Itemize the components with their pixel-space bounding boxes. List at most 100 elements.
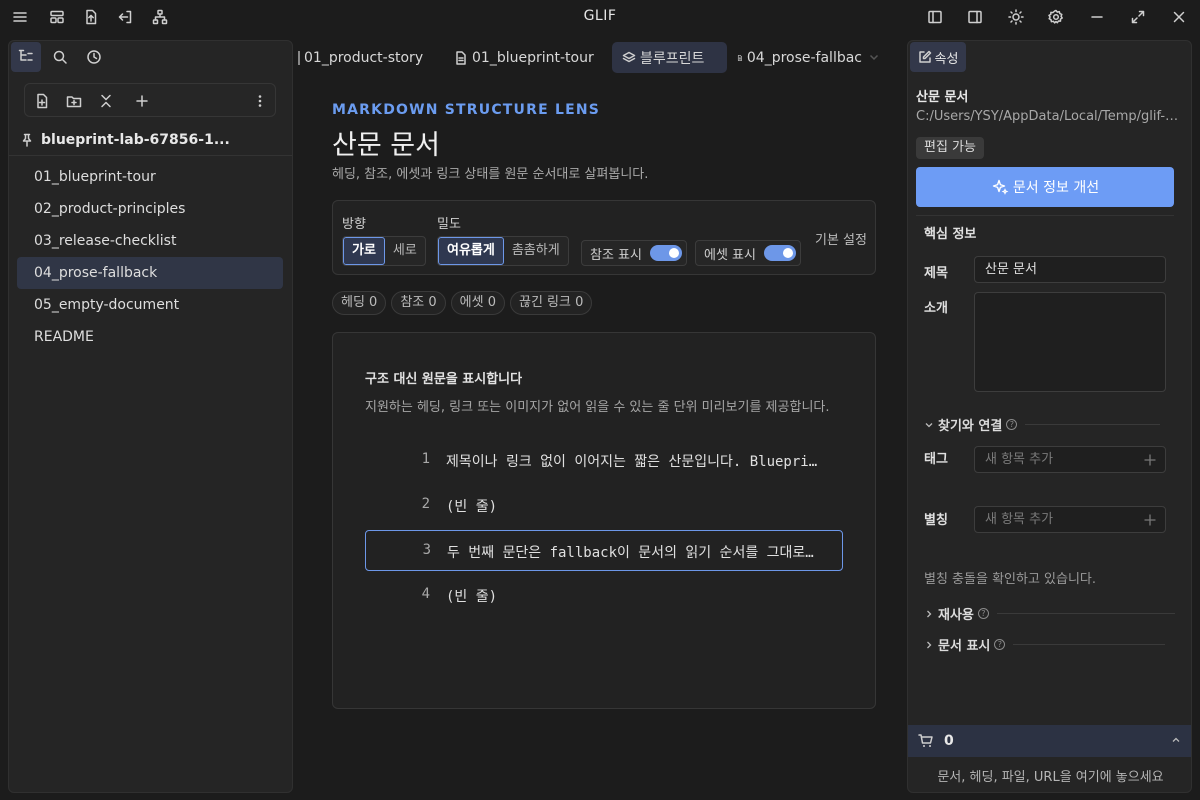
tab-label: 01_blueprint-tour [472,49,594,66]
collection-cart[interactable]: 0 [908,725,1191,757]
preview-line[interactable]: 4 (빈 줄) [365,575,843,616]
density-relaxed-button[interactable]: 여유롭게 [438,237,504,265]
tab-overflow-chevron-icon[interactable] [868,51,880,63]
preview-line-active[interactable]: 3 두 번째 문단은 fallback이 문서의 읽기 순서를 그대로 보여줍니… [365,530,843,571]
properties-tab[interactable]: 속성 [910,42,966,72]
show-refs-switch[interactable] [649,245,682,261]
toggle-right-sidebar-icon[interactable] [964,6,986,28]
alias-input[interactable]: 새 항목 추가 [974,506,1166,533]
tab-product-story[interactable]: 01_product-story [298,42,423,73]
new-folder-icon[interactable] [64,91,84,111]
upload-file-icon[interactable] [80,6,102,28]
density-compact-button[interactable]: 촘촘하게 [504,237,568,265]
sparkle-icon [992,179,1009,195]
export-icon[interactable] [114,6,136,28]
show-refs-toggle[interactable]: 참조 표시 [581,240,687,266]
recent-tab[interactable] [79,42,109,72]
tab-blueprint-tour[interactable]: 01_blueprint-tour [454,42,594,73]
chevron-right-icon [927,641,932,648]
lens-controls: 방향 가로 세로 밀도 여유롭게 촘촘하게 참조 표시 에셋 표시 기본 설정 [332,200,876,275]
doc-display-section[interactable]: 문서 표시 ? [924,635,1166,654]
alias-field-label: 별칭 [924,513,948,528]
document-icon [456,50,466,65]
tags-field-label: 태그 [924,452,948,467]
reuse-section[interactable]: 재사용 ? [924,604,1175,623]
file-item[interactable]: 01_blueprint-tour [17,161,283,193]
show-assets-toggle[interactable]: 에셋 표시 [695,240,801,266]
cart-icon [918,734,933,747]
file-list: 01_blueprint-tour 02_product-principles … [17,161,283,353]
tab-label: 01_product-story [304,49,424,66]
line-text: (빈 줄) [446,499,498,515]
divider [916,215,1174,216]
tab-blueprint[interactable]: 블루프린트 [612,42,727,73]
tab-prose-fallback[interactable]: 04_prose-fallbac [737,42,862,73]
title-field[interactable]: 산문 문서 [974,256,1166,283]
edit-icon [918,50,931,63]
alias-placeholder: 새 항목 추가 [985,512,1054,527]
add-alias-icon[interactable] [1143,513,1157,527]
doc-path: C:/Users/YSY/AppData/Local/Temp/glif-blu… [916,109,1181,124]
file-item[interactable]: 05_empty-document [17,289,283,321]
page-title: 산문 문서 [332,130,440,161]
file-tree-tab[interactable] [11,42,41,72]
broken-links-count-chip: 끊긴 링크 0 [509,291,593,315]
preview-line[interactable]: 2 (빈 줄) [365,485,843,526]
help-icon[interactable]: ? [977,608,989,619]
prose-preview: 구조 대신 원문을 표시합니다 지원하는 헤딩, 링크 또는 이미지가 없어 읽… [332,332,876,709]
more-options-icon[interactable] [250,91,270,111]
show-refs-label: 참조 표시 [590,247,642,263]
vault-name: blueprint-lab-67856-1... [41,132,230,148]
file-item[interactable]: README [17,321,283,353]
section-rule [996,613,1175,614]
vault-selector[interactable]: blueprint-lab-67856-1... [21,127,286,153]
maximize-icon[interactable] [1127,6,1149,28]
improve-doc-info-button[interactable]: 문서 정보 개선 [916,167,1174,207]
doc-title: 산문 문서 [916,90,969,105]
find-connect-section[interactable]: 찾기와 연결 ? [924,415,1161,434]
properties-tab-label: 속성 [934,51,959,67]
theme-sun-icon[interactable] [1005,6,1027,28]
add-tag-icon[interactable] [1143,453,1157,467]
file-item-active[interactable]: 04_prose-fallback [17,257,283,289]
preview-title: 구조 대신 원문을 표시합니다 [365,372,523,387]
menu-icon[interactable] [9,6,31,28]
preview-description: 지원하는 헤딩, 링크 또는 이미지가 없어 읽을 수 있는 줄 단위 미리보기… [365,400,830,415]
show-assets-switch[interactable] [763,245,796,261]
add-icon[interactable] [132,91,152,111]
file-item[interactable]: 02_product-principles [17,193,283,225]
chevron-up-icon[interactable] [1171,735,1181,745]
search-icon [53,50,67,64]
preview-line[interactable]: 1 제목이나 링크 없이 이어지는 짧은 산문입니다. Blueprint [365,440,843,481]
direction-label: 방향 [342,217,366,232]
intro-field-label: 소개 [924,301,948,316]
file-tree-icon [18,49,33,61]
tags-input[interactable]: 새 항목 추가 [974,446,1166,473]
alias-check-status: 별칭 충돌을 확인하고 있습니다. [924,572,1097,587]
drop-zone-hint[interactable]: 문서, 헤딩, 파일, URL을 여기에 놓으세요 [908,766,1191,785]
pin-icon [22,133,32,147]
close-window-icon[interactable] [1168,6,1190,28]
minimize-icon[interactable] [1086,6,1108,28]
improve-button-label: 문서 정보 개선 [1012,180,1100,196]
direction-vertical-button[interactable]: 세로 [385,237,425,265]
file-item[interactable]: 03_release-checklist [17,225,283,257]
reset-defaults-button[interactable]: 기본 설정 [815,229,867,248]
line-text: (빈 줄) [446,589,498,605]
settings-gear-icon[interactable] [1045,6,1067,28]
direction-horizontal-button[interactable]: 가로 [343,237,385,265]
toggle-left-sidebar-icon[interactable] [924,6,946,28]
headings-count-chip: 헤딩 0 [332,291,387,315]
sitemap-icon[interactable] [149,6,171,28]
layout-icon[interactable] [46,6,68,28]
collapse-all-icon[interactable] [96,91,116,111]
new-file-icon[interactable] [32,91,52,111]
tab-label: 블루프린트 [640,50,705,67]
search-tab[interactable] [45,42,75,72]
intro-textarea[interactable] [974,292,1166,392]
left-sidebar: blueprint-lab-67856-1... 01_blueprint-to… [8,40,293,793]
find-connect-heading: 찾기와 연결 [938,419,1003,434]
assets-count-chip: 에셋 0 [450,291,505,315]
help-icon[interactable]: ? [1006,419,1018,430]
help-icon[interactable]: ? [994,639,1006,650]
